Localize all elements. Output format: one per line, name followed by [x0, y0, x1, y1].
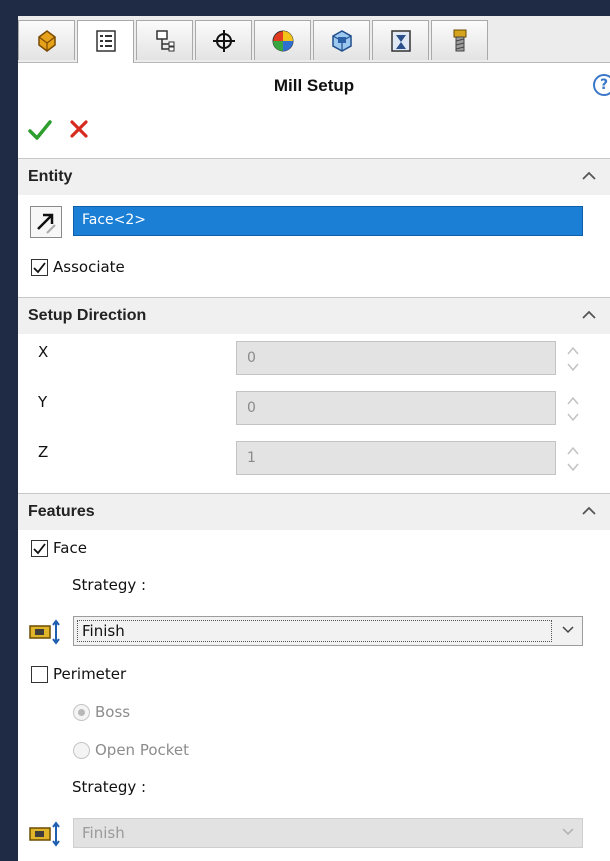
z-direction-input[interactable]: 1: [236, 441, 556, 475]
cam-tool-tree-tab[interactable]: [431, 20, 488, 60]
appearance-tab[interactable]: [254, 20, 311, 60]
arrow-select-icon: [37, 213, 56, 234]
focus-outline: [77, 620, 552, 642]
entity-section-header[interactable]: Entity: [18, 158, 610, 195]
face-label: Face: [53, 539, 87, 557]
face-checkbox[interactable]: [31, 540, 48, 557]
manager-tab-bar: [18, 16, 610, 63]
radio-dot: [78, 709, 85, 716]
features-section-title: Features: [28, 503, 95, 520]
y-direction-input[interactable]: 0: [236, 391, 556, 425]
chevron-down-icon[interactable]: [562, 626, 574, 634]
strategy-tool-icon: [29, 619, 60, 645]
property-manager-panel: Mill Setup ? Entity Face<2> Associate Se…: [18, 16, 610, 861]
face-strategy-value: Finish: [82, 622, 125, 640]
cam-feature-tree-tab[interactable]: [313, 20, 370, 60]
chevron-up-icon[interactable]: [582, 506, 596, 515]
face-strategy-label: Strategy :: [72, 576, 147, 594]
help-icon[interactable]: ?: [593, 74, 610, 96]
entity-selection-field[interactable]: Face<2>: [73, 206, 583, 236]
perimeter-strategy-select[interactable]: Finish: [73, 818, 583, 848]
perimeter-strategy-label: Strategy :: [72, 778, 147, 796]
ok-checkmark-icon[interactable]: [28, 119, 52, 141]
z-spinner-icon[interactable]: [566, 444, 580, 474]
cam-tool-tree-icon: [453, 29, 467, 52]
strategy-tool-icon: [29, 821, 60, 847]
boss-label: Boss: [95, 703, 131, 721]
entity-section-title: Entity: [28, 168, 73, 185]
boss-radio[interactable]: [73, 704, 90, 721]
y-spinner-icon[interactable]: [566, 394, 580, 424]
x-direction-input[interactable]: 0: [236, 341, 556, 375]
perimeter-strategy-value: Finish: [82, 824, 125, 842]
y-axis-label: Y: [38, 393, 48, 411]
property-manager-icon: [96, 30, 116, 52]
entity-selection-icon[interactable]: [30, 206, 62, 238]
open-pocket-radio[interactable]: [73, 742, 90, 759]
x-spinner-icon[interactable]: [566, 344, 580, 374]
property-manager-tab[interactable]: [77, 20, 134, 63]
perimeter-label: Perimeter: [53, 665, 127, 683]
associate-checkbox[interactable]: [31, 259, 48, 276]
z-axis-label: Z: [38, 443, 49, 461]
chevron-down-icon[interactable]: [562, 828, 574, 836]
configuration-manager-icon: [156, 30, 175, 52]
page-title: Mill Setup: [273, 76, 355, 95]
perimeter-checkbox[interactable]: [31, 666, 48, 683]
face-strategy-select[interactable]: Finish: [73, 616, 583, 646]
chevron-up-icon[interactable]: [582, 310, 596, 319]
cam-operation-tree-tab[interactable]: [372, 20, 429, 60]
open-pocket-label: Open Pocket: [95, 741, 190, 759]
feature-manager-icon: [38, 30, 56, 52]
associate-label: Associate: [53, 258, 125, 276]
x-axis-label: X: [38, 343, 49, 361]
setup-direction-section-header[interactable]: Setup Direction: [18, 297, 610, 334]
setup-direction-section-title: Setup Direction: [28, 307, 147, 324]
checkmark-icon: [33, 262, 46, 274]
configuration-manager-tab[interactable]: [136, 20, 193, 60]
appearance-icon: [272, 30, 294, 52]
features-section-header[interactable]: Features: [18, 493, 610, 530]
feature-manager-tab[interactable]: [18, 20, 75, 60]
cancel-x-icon[interactable]: [69, 119, 89, 139]
cam-feature-tree-icon: [332, 30, 352, 52]
crosshair-icon: [213, 30, 235, 52]
crosshair-tab[interactable]: [195, 20, 252, 60]
cam-operation-tree-icon: [391, 30, 411, 52]
checkmark-icon: [33, 543, 46, 555]
chevron-up-icon[interactable]: [582, 171, 596, 180]
